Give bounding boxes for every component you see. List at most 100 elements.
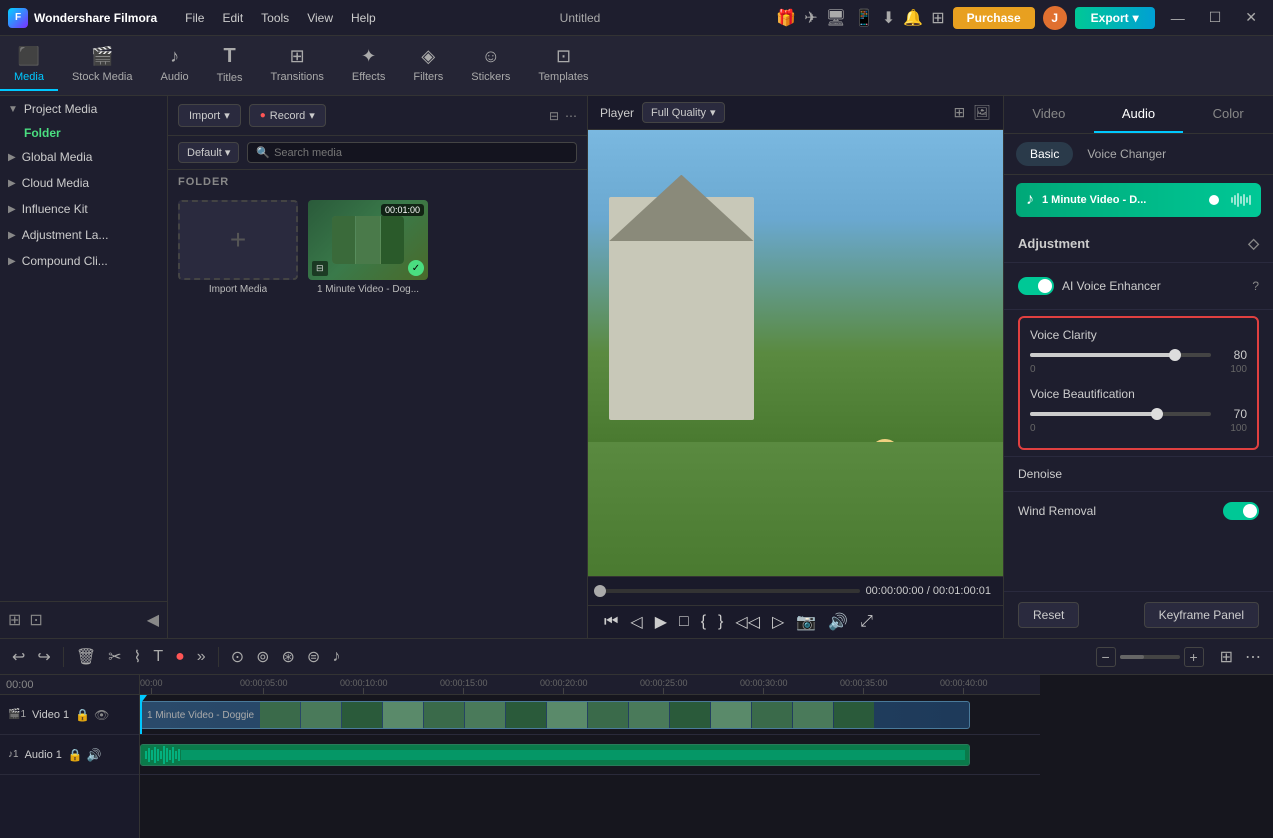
audio-lock-icon[interactable]: 🔒 [68,748,83,762]
voice-beautification-slider[interactable] [1030,412,1211,416]
playback-timeline[interactable] [600,589,860,593]
tab-video[interactable]: Video [1004,96,1094,133]
zoom-slider[interactable] [1120,655,1180,659]
timeline-undo-button[interactable]: ↩ [8,643,29,671]
sidebar-item-compound-clip[interactable]: ▶ Compound Cli... [0,248,167,274]
sidebar-collapse-icon[interactable]: ◀ [147,610,159,630]
timeline-delete-button[interactable]: 🗑 [72,643,100,671]
quality-selector[interactable]: Full Quality ▾ [642,102,725,123]
timeline-options-button[interactable]: ⋯ [1241,643,1265,671]
add-marker-button[interactable]: ◁◁ [731,610,764,634]
timeline-audio-button[interactable]: ♪ [328,644,344,670]
stop-button[interactable]: □ [675,611,693,633]
search-input[interactable] [274,147,568,159]
maximize-button[interactable]: ☐ [1201,7,1230,28]
toolbar-audio[interactable]: ♪ Audio [147,40,203,91]
skip-start-button[interactable]: ⏮ [600,611,622,633]
menu-help[interactable]: Help [343,7,384,29]
volume-button[interactable]: 🔊 [824,610,852,634]
default-view-button[interactable]: Default ▾ [178,142,239,163]
download-icon[interactable]: ⬇ [882,8,895,28]
sidebar-icon-1[interactable]: ⊞ [8,610,21,630]
track-lock-icon[interactable]: 🔒 [75,708,90,722]
record-button[interactable]: ● Record ▾ [249,104,326,127]
filter-icon[interactable]: ⊟ [549,109,559,123]
timeline-snap-button[interactable]: ⊙ [227,643,248,671]
timeline-grid-view-button[interactable]: ⊞ [1216,643,1237,671]
toolbar-titles[interactable]: T Titles [203,39,257,92]
minimize-button[interactable]: — [1163,8,1193,28]
close-button[interactable]: ✕ [1237,7,1265,28]
menu-tools[interactable]: Tools [253,7,297,29]
subtab-basic[interactable]: Basic [1016,142,1073,166]
bell-icon[interactable]: 🔔 [903,8,923,28]
reset-button[interactable]: Reset [1018,602,1079,628]
toolbar-filters[interactable]: ◈ Filters [399,40,457,91]
sidebar-item-adjustment[interactable]: ▶ Adjustment La... [0,222,167,248]
user-avatar[interactable]: J [1043,6,1067,30]
audio-clip[interactable] [140,744,970,766]
wind-removal-toggle[interactable] [1223,502,1259,520]
tab-color[interactable]: Color [1183,96,1273,133]
sidebar-item-folder[interactable]: Folder [0,122,167,144]
voice-clarity-thumb[interactable] [1169,349,1181,361]
monitor-icon[interactable]: 🖥 [826,8,846,28]
plane-icon[interactable]: ✈ [804,8,817,28]
play-button[interactable]: ▶ [651,610,671,634]
timeline-text-button[interactable]: T [149,644,167,670]
media-item-video1[interactable]: 00:01:00 ⊟ ✓ 1 Minute Video - Dog... [308,200,428,295]
gift-icon[interactable]: 🎁 [776,8,796,28]
toolbar-transitions[interactable]: ⊞ Transitions [257,40,338,91]
import-button[interactable]: Import ▾ [178,104,241,127]
media-item-import[interactable]: + Import Media [178,200,298,295]
sidebar-item-project-media[interactable]: ▼ Project Media [0,96,167,122]
adjustment-edit-icon[interactable]: ◇ [1248,235,1259,252]
purchase-button[interactable]: Purchase [953,7,1035,29]
grid-view-icon[interactable]: ⊞ [953,104,965,121]
tab-audio[interactable]: Audio [1094,96,1184,133]
ai-voice-enhancer-toggle[interactable] [1018,277,1054,295]
toolbar-stock-media[interactable]: 🎬 Stock Media [58,40,147,91]
menu-file[interactable]: File [177,7,212,29]
timeline-split-button[interactable]: ⌇ [130,643,146,671]
grid-icon[interactable]: ⊞ [931,8,944,28]
track-eye-icon[interactable]: 👁 [94,708,109,722]
snapshot-button[interactable]: 📷 [792,610,820,634]
zoom-out-button[interactable]: − [1096,647,1116,667]
timeline-redo-button[interactable]: ↪ [33,643,54,671]
frame-forward-button[interactable]: ▷ [768,610,788,634]
timeline-lock-button[interactable]: ⊜ [303,643,324,671]
sidebar-icon-2[interactable]: ⊡ [29,610,42,630]
timeline-trim-button[interactable]: ✂ [104,643,125,671]
sidebar-item-cloud-media[interactable]: ▶ Cloud Media [0,170,167,196]
voice-clarity-slider[interactable] [1030,353,1211,357]
search-box[interactable]: 🔍 [247,142,577,163]
sidebar-item-influence-kit[interactable]: ▶ Influence Kit [0,196,167,222]
toolbar-effects[interactable]: ✦ Effects [338,40,399,91]
menu-view[interactable]: View [299,7,341,29]
video-clip[interactable]: 1 Minute Video - Doggie [140,701,970,729]
toolbar-media[interactable]: ⬛ Media [0,40,58,91]
mobile-icon[interactable]: 📱 [854,8,874,28]
frame-back-button[interactable]: ◁ [626,610,646,634]
ai-voice-enhancer-help-icon[interactable]: ? [1252,279,1259,293]
more-icon[interactable]: ⋯ [565,109,577,123]
sidebar-item-global-media[interactable]: ▶ Global Media [0,144,167,170]
zoom-in-button[interactable]: + [1184,647,1204,667]
toolbar-templates[interactable]: ⊡ Templates [524,40,602,91]
audio-speaker-icon[interactable]: 🔊 [87,748,102,762]
timeline-more-button[interactable]: » [193,644,210,670]
timeline-auto-scroll-button[interactable]: ⊚ [252,643,273,671]
keyframe-panel-button[interactable]: Keyframe Panel [1144,602,1259,628]
mark-out-button[interactable]: } [714,611,727,633]
export-button[interactable]: Export ▾ [1075,7,1155,29]
timeline-ripple-button[interactable]: ⊛ [278,643,299,671]
image-view-icon[interactable]: 🖼 [973,104,991,121]
timeline-marker-button[interactable]: ● [171,644,189,670]
fullscreen-button[interactable]: ⤢ [856,611,877,633]
mark-in-button[interactable]: { [697,611,710,633]
subtab-voice-changer[interactable]: Voice Changer [1073,142,1180,166]
toolbar-stickers[interactable]: ☺ Stickers [457,40,524,91]
voice-beautification-thumb[interactable] [1151,408,1163,420]
menu-edit[interactable]: Edit [214,7,251,29]
